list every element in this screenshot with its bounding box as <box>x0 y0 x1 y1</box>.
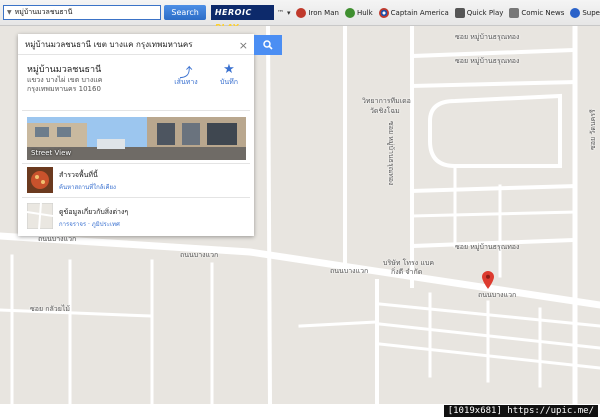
search-icon <box>263 40 273 50</box>
street-view-label: Street View <box>31 149 72 157</box>
toolbar-item-label: Iron Man <box>308 8 339 17</box>
heroic-play-logo[interactable]: HEROIC PLAY <box>210 5 274 32</box>
soi-label-mid: ซอย หมู่บ้านธรุณทอง <box>455 243 520 251</box>
info-subtitle[interactable]: การจราจร · ภูมิประเทศ <box>59 219 120 229</box>
road-label-main-mid: ถนนบางแวก <box>180 251 219 259</box>
toolbar-item-comic-news[interactable]: Comic News <box>509 7 565 18</box>
toolbar-item-supe[interactable]: Supe <box>570 7 600 18</box>
place-title: หมู่บ้านมวลชนธานี <box>27 65 102 75</box>
soi-grid-1 <box>410 210 577 218</box>
road-label-main-mid2: ถนนบางแวก <box>330 267 369 275</box>
directions-button[interactable]: ⤴ เส้นทาง <box>166 62 206 88</box>
soi-top-2 <box>409 79 578 89</box>
directions-icon: ⤴ <box>179 66 193 81</box>
address-line-2: กรุงเทพมหานคร 10160 <box>27 85 101 93</box>
shield-icon <box>378 7 389 18</box>
divider <box>22 110 250 111</box>
comic-news-icon <box>509 7 520 18</box>
place-address: แขวง บางไผ่ เขต บางแค กรุงเทพมหานคร 1016… <box>27 76 102 94</box>
divider <box>22 197 250 198</box>
watermark: [1019x681] https://upic.me/ <box>443 405 598 417</box>
save-button[interactable]: ★ บันทึก <box>209 62 249 88</box>
soi-mid <box>409 183 578 194</box>
soi-label-top: ซอย หมู่บ้านธรุณทอง <box>455 33 520 41</box>
logo-prefix: HEROIC <box>214 8 252 17</box>
explore-subtitle[interactable]: ค้นหาสถานที่ใกล้เคียง <box>59 182 116 192</box>
soi-label-top2: ซอย หมู่บ้านธรุณทอง <box>455 57 520 65</box>
quick-play-icon <box>454 7 465 18</box>
road-label-main-right: ถนนบางแวก <box>478 291 517 299</box>
star-icon: ★ <box>223 62 235 77</box>
info-thumbnail[interactable] <box>26 202 54 230</box>
image-footer: [1019x681] https://upic.me/ <box>0 404 600 420</box>
maps-search-button[interactable] <box>254 35 282 55</box>
toolbar-item-captain-america[interactable]: Captain America <box>378 7 449 18</box>
close-icon[interactable]: × <box>239 39 248 52</box>
toolbar-item-label: Hulk <box>356 8 373 17</box>
food-icon <box>27 167 53 193</box>
explore-title[interactable]: สำรวจพื้นที่นี้ <box>59 170 98 181</box>
maps-search-box[interactable]: หมู่บ้านมวลชนธานี เขต บางแค กรุงเทพมหานค… <box>18 35 254 55</box>
maps-search-text: หมู่บ้านมวลชนธานี เขต บางแค กรุงเทพมหานค… <box>25 40 193 49</box>
toolbar-item-label: Comic News <box>521 8 565 17</box>
soi-label-vertical: ซอย หมู่บ้านธรุณทอง <box>387 121 395 186</box>
toolbar-search-value: หมู่บ้านมวลชนธานี <box>14 8 73 16</box>
toolbar-item-label: Quick Play <box>466 8 504 17</box>
south-block-7 <box>0 308 152 318</box>
info-title[interactable]: ดูข้อมูลเกี่ยวกับสิ่งต่างๆ <box>59 207 128 218</box>
street-view-thumbnail[interactable]: Street View <box>27 117 246 160</box>
map-thumbnail-icon <box>26 202 54 230</box>
soi-label-bottom-left: ซอย กลัวยไม้ <box>30 305 70 313</box>
toolbar-item-label: Captain America <box>390 8 449 17</box>
soi-label-right: ซอย วัดนครรี <box>589 109 597 150</box>
directions-label: เส้นทาง <box>174 78 198 86</box>
toolbar-search-input[interactable]: ▼ หมู่บ้านมวลชนธานี <box>3 5 162 20</box>
location-pin-icon[interactable] <box>482 271 494 289</box>
south-block-1 <box>378 302 600 328</box>
search-dropdown-icon[interactable]: ▼ <box>7 9 12 16</box>
toolbar-item-label: Supe <box>582 8 600 17</box>
south-block-2 <box>378 322 600 350</box>
road-vertical-1 <box>265 26 273 404</box>
toolbar-item-iron-man[interactable]: Iron Man <box>296 7 339 18</box>
hulk-icon <box>344 7 355 18</box>
toolbar-search-button[interactable]: Search <box>164 5 206 20</box>
toolbar-item-quick-play[interactable]: Quick Play <box>454 7 504 18</box>
save-label: บันทึก <box>219 78 239 86</box>
south-block-3 <box>378 342 600 370</box>
south-block-8 <box>298 320 379 328</box>
logo-tm: ™ <box>276 8 284 17</box>
iron-man-icon <box>296 7 307 18</box>
poi-company-label-2: กิ่งดี จำกัด <box>391 268 423 276</box>
address-line-1: แขวง บางไผ่ เขต บางแค <box>27 76 103 84</box>
toolbar-dropdown-icon[interactable]: ▾ <box>287 9 291 17</box>
superhero-icon <box>570 7 581 18</box>
explore-thumbnail[interactable] <box>27 167 53 193</box>
poi-school-label-2: วัดชิงโฉม <box>370 107 400 115</box>
divider <box>22 163 250 164</box>
soi-loop <box>428 93 562 168</box>
browser-toolbar: ▼ หมู่บ้านมวลชนธานี Search HEROIC PLAY ™… <box>0 0 600 32</box>
toolbar-item-hulk[interactable]: Hulk <box>344 7 373 18</box>
